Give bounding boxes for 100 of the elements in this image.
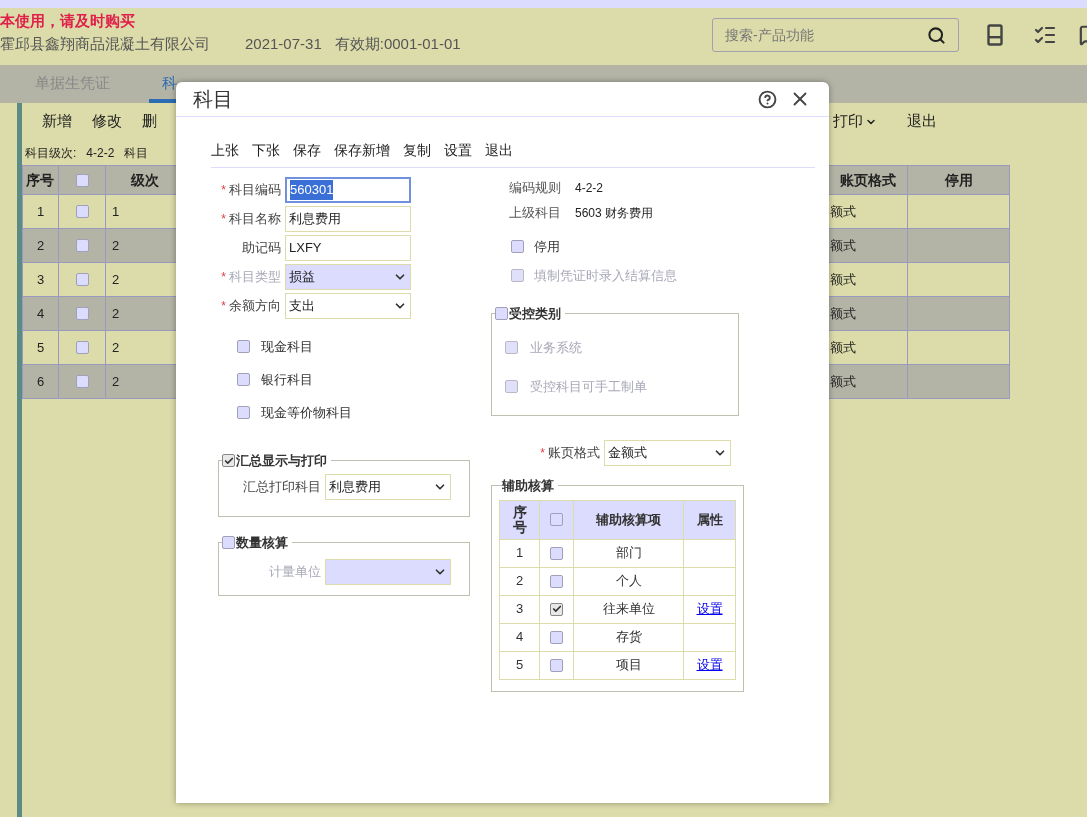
table-cell: 1 <box>23 195 59 229</box>
checkbox-label: 填制凭证时录入结算信息 <box>534 266 677 285</box>
table-cell: 额式 <box>829 229 908 263</box>
table-cell: 额式 <box>829 365 908 399</box>
info-label: 上级科目 <box>509 204 562 223</box>
toolbar-button[interactable]: 退出 <box>907 110 937 133</box>
field-label: 科目类型 <box>229 268 281 287</box>
group-title: 受控类别 <box>509 305 561 323</box>
table-cell: 1 <box>500 538 540 567</box>
group-title: 汇总显示与打印 <box>236 452 327 470</box>
input-field[interactable]: 利息费用 <box>285 206 411 232</box>
check-icon <box>551 604 562 614</box>
dropdown-field[interactable]: 金额式 <box>604 440 731 466</box>
dropdown-field[interactable]: 利息费用 <box>325 473 451 500</box>
table-cell: 往来单位 <box>574 594 684 623</box>
checkbox[interactable] <box>75 307 89 320</box>
info-value: 5603 财务费用 <box>575 205 654 222</box>
table-cell: 额式 <box>829 263 908 297</box>
checkbox[interactable] <box>495 307 508 321</box>
checkbox-label: 现金等价物科目 <box>261 403 352 422</box>
checkbox[interactable] <box>75 173 89 187</box>
field-label: 余额方向 <box>229 297 281 316</box>
help-icon[interactable] <box>758 89 777 109</box>
checkbox[interactable] <box>550 630 563 644</box>
table-cell: 额式 <box>829 331 908 365</box>
checkbox[interactable] <box>550 602 563 616</box>
field-label: 计量单位 <box>268 562 322 581</box>
checkbox[interactable] <box>237 406 250 419</box>
checkbox[interactable] <box>222 454 235 468</box>
column-header: 属性 <box>684 500 735 539</box>
field-label: 助记码 <box>242 239 281 258</box>
toolbar-button[interactable]: 退出 <box>485 140 513 161</box>
checkbox[interactable] <box>237 373 250 386</box>
tablet-icon[interactable] <box>987 24 1003 46</box>
dialog-title: 科目 <box>193 87 233 112</box>
checkbox[interactable] <box>75 273 89 286</box>
toolbar-button[interactable]: 修改 <box>92 110 122 133</box>
toolbar-button[interactable]: 打印 <box>833 110 877 133</box>
toolbar-button[interactable]: 保存新增 <box>334 140 390 161</box>
checkbox[interactable] <box>550 546 563 560</box>
checkbox-label: 受控科目可手工制单 <box>530 378 647 396</box>
dropdown-field[interactable]: 支出 <box>285 293 411 319</box>
toolbar-button[interactable]: 设置 <box>444 140 472 161</box>
table-cell: 项目 <box>574 650 684 679</box>
table-cell: 存货 <box>574 622 684 651</box>
search-icon[interactable] <box>927 25 946 45</box>
table-cell: 2 <box>23 229 59 263</box>
toolbar-button[interactable]: 上张 <box>211 140 239 161</box>
input-field[interactable]: LXFY <box>285 235 411 261</box>
checkbox-label: 停用 <box>534 237 560 256</box>
table-cell: 额式 <box>829 195 908 229</box>
checkbox-label: 银行科目 <box>261 370 313 389</box>
table-cell: 5 <box>500 650 540 679</box>
checkbox[interactable] <box>550 658 563 672</box>
table-cell: 3 <box>23 263 59 297</box>
checkbox-label: 现金科目 <box>261 337 313 356</box>
settings-link[interactable]: 设置 <box>696 599 723 619</box>
toolbar-button[interactable]: 删 <box>142 110 157 133</box>
toolbar-button[interactable]: 新增 <box>42 110 72 133</box>
table-cell: 2 <box>500 566 540 595</box>
checkbox[interactable] <box>222 536 235 550</box>
checkbox[interactable] <box>511 240 524 253</box>
toolbar-button[interactable]: 保存 <box>293 140 321 161</box>
level-info-text: 科目级次: <box>25 145 77 162</box>
table-cell: 额式 <box>829 297 908 331</box>
checkbox[interactable] <box>75 239 89 252</box>
level-info-text: 4-2-2 <box>86 145 115 162</box>
settings-link[interactable]: 设置 <box>696 655 723 675</box>
table-cell: 个人 <box>574 566 684 595</box>
column-header: 停用 <box>908 166 1010 195</box>
toolbar-button[interactable]: 下张 <box>252 140 280 161</box>
info-value: 4-2-2 <box>575 180 603 197</box>
table-cell: 5 <box>23 331 59 365</box>
required-mark: * <box>221 298 226 315</box>
field-label: 科目名称 <box>229 210 281 229</box>
checkbox-label: 业务系统 <box>530 338 582 357</box>
column-header: 序号 <box>23 166 59 195</box>
table-cell: 4 <box>500 622 540 651</box>
date-text: 2021-07-31 <box>245 34 322 54</box>
input-field[interactable]: 560301 <box>285 177 411 203</box>
checkbox[interactable] <box>75 375 89 388</box>
column-header: 序号 <box>500 500 540 539</box>
check-icon <box>223 455 234 466</box>
table-cell: 4 <box>23 297 59 331</box>
toolbar-button[interactable]: 复制 <box>403 140 431 161</box>
required-mark: * <box>540 445 545 462</box>
checkbox[interactable] <box>237 340 250 353</box>
checkbox[interactable] <box>75 205 89 218</box>
column-header: 辅助核算项 <box>574 500 684 539</box>
table-cell: 6 <box>23 365 59 399</box>
checkbox[interactable] <box>550 513 563 526</box>
column-header: 账页格式 <box>829 166 908 195</box>
license-notice: 本使用，请及时购买 <box>0 11 136 31</box>
checkbox[interactable] <box>75 341 89 354</box>
group-title: 辅助核算 <box>502 477 554 495</box>
info-label: 编码规则 <box>509 179 562 198</box>
field-label: 汇总打印科目 <box>242 477 322 496</box>
validity-text: 有效期:0001-01-01 <box>334 34 461 54</box>
checkbox[interactable] <box>550 574 563 588</box>
field-label: 账页格式 <box>548 444 600 463</box>
